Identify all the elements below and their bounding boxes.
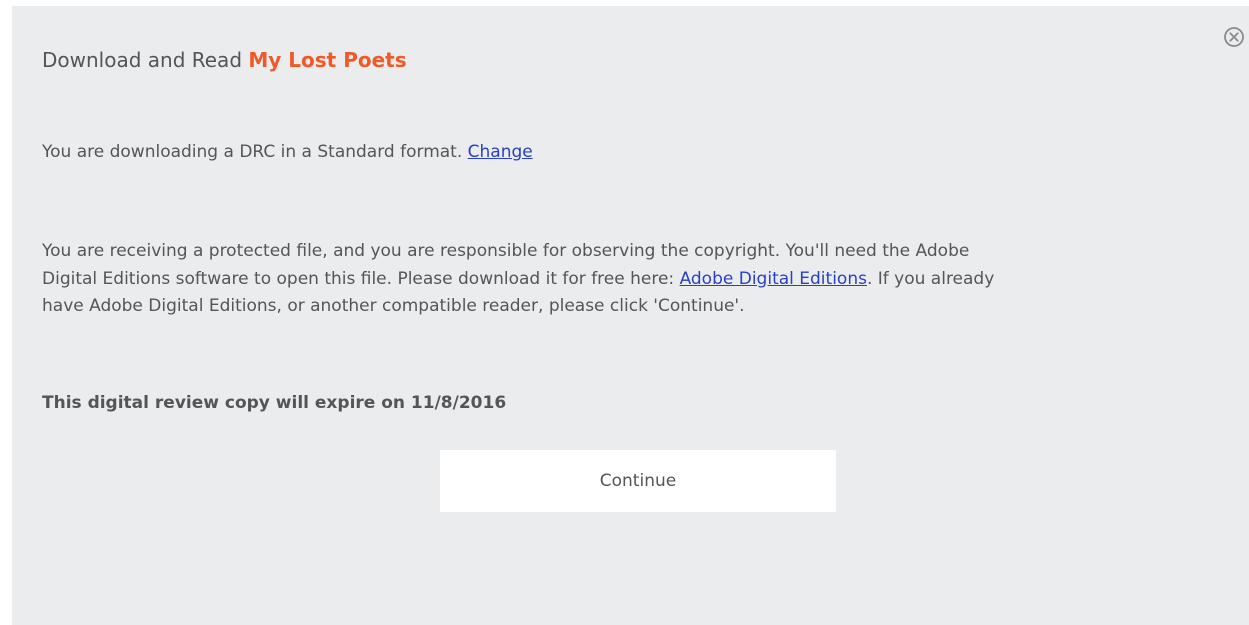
adobe-digital-editions-link[interactable]: Adobe Digital Editions xyxy=(680,269,867,289)
title-prefix: Download and Read xyxy=(42,48,249,72)
close-icon[interactable] xyxy=(1223,26,1245,48)
book-title: My Lost Poets xyxy=(248,48,407,72)
format-text: You are downloading a DRC in a Standard … xyxy=(42,142,468,162)
copyright-notice: You are receiving a protected file, and … xyxy=(42,238,1002,321)
continue-button[interactable]: Continue xyxy=(440,450,836,512)
change-format-link[interactable]: Change xyxy=(468,142,533,162)
download-dialog: Download and Read My Lost Poets You are … xyxy=(12,6,1249,625)
dialog-title: Download and Read My Lost Poets xyxy=(42,47,407,73)
format-info: You are downloading a DRC in a Standard … xyxy=(42,140,533,164)
expiry-notice: This digital review copy will expire on … xyxy=(42,393,507,413)
